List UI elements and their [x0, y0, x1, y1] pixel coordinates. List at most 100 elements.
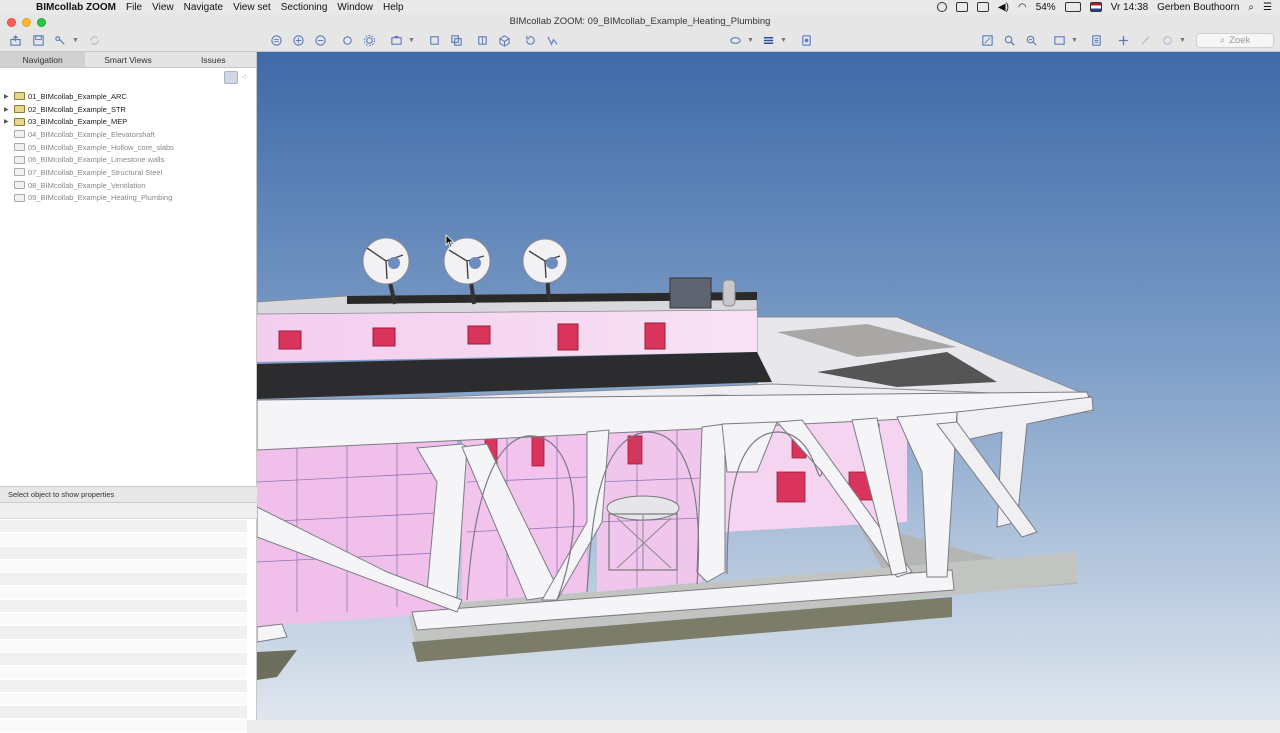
clash-dropdown-chevron-icon[interactable]: ▼	[1178, 33, 1187, 48]
search-placeholder: Zoek	[1229, 35, 1251, 46]
markup-icon[interactable]	[1136, 33, 1154, 48]
report-icon[interactable]	[1087, 33, 1105, 48]
folder-icon	[14, 130, 25, 139]
cube-icon[interactable]	[495, 33, 513, 48]
window-layout-icon[interactable]	[1050, 33, 1068, 48]
section-box-icon[interactable]	[473, 33, 491, 48]
xray-mode-icon[interactable]	[726, 33, 744, 48]
zoom-fit-icon[interactable]	[267, 33, 285, 48]
clock[interactable]: Vr 14:38	[1111, 2, 1148, 13]
tree-item-label: 08_BIMcollab_Example_Ventilation	[28, 180, 146, 190]
expand-arrow-icon[interactable]: ▶	[4, 106, 14, 113]
find-icon[interactable]	[1000, 33, 1018, 48]
add-issue-icon[interactable]	[1114, 33, 1132, 48]
3d-viewport[interactable]	[257, 52, 1280, 720]
orbit-icon[interactable]	[338, 33, 356, 48]
notification-center-icon[interactable]: ☰	[1263, 2, 1272, 13]
display-icon[interactable]	[976, 2, 989, 12]
open-project-icon[interactable]	[6, 33, 24, 48]
tree-item-model[interactable]: 07_BIMcollab_Example_Structural Steel	[0, 166, 256, 179]
wifi-icon[interactable]: ◠	[1018, 2, 1027, 13]
folder-icon	[14, 105, 25, 114]
sync-icon[interactable]	[85, 33, 103, 48]
volume-icon[interactable]: ◀)	[998, 2, 1009, 13]
layers-icon[interactable]	[759, 33, 777, 48]
zoom-selection-icon[interactable]	[1022, 33, 1040, 48]
battery-percentage: 54%	[1035, 1, 1056, 13]
zoom-in-icon[interactable]	[289, 33, 307, 48]
input-flag-icon[interactable]	[1089, 2, 1102, 12]
menu-view-set[interactable]: View set	[233, 2, 271, 13]
hide-selection-icon[interactable]	[425, 33, 443, 48]
save-icon[interactable]	[29, 33, 47, 48]
layers-dropdown-chevron-icon[interactable]: ▼	[779, 33, 788, 48]
window-title-bar: BIMcollab ZOOM: 09_BIMcollab_Example_Hea…	[0, 14, 1280, 30]
isolate-selection-icon[interactable]	[447, 33, 465, 48]
tab-issues[interactable]: Issues	[171, 52, 256, 67]
battery-icon[interactable]	[1064, 2, 1081, 12]
menu-app-name[interactable]: BIMcollab ZOOM	[36, 2, 116, 13]
properties-hint: Select object to show properties	[0, 486, 257, 503]
camera-view-icon[interactable]	[387, 33, 405, 48]
window-title: BIMcollab ZOOM: 09_BIMcollab_Example_Hea…	[509, 16, 771, 27]
bcf-connection-icon[interactable]	[51, 33, 69, 48]
tree-view-toggle-icon[interactable]	[224, 71, 238, 84]
tree-item-label: 04_BIMcollab_Example_Elevatorshaft	[28, 129, 155, 139]
expand-arrow-icon[interactable]: ▶	[4, 118, 14, 125]
tree-item-model[interactable]: 08_BIMcollab_Example_Ventilation	[0, 179, 256, 192]
model-render[interactable]	[257, 52, 1280, 720]
tree-item-label: 02_BIMcollab_Example_STR	[28, 104, 126, 114]
xray-dropdown-chevron-icon[interactable]: ▼	[746, 33, 755, 48]
tree-item-model[interactable]: 04_BIMcollab_Example_Elevatorshaft	[0, 128, 256, 141]
tree-item-label: 07_BIMcollab_Example_Structural Steel	[28, 167, 163, 177]
tree-filter-icon[interactable]: ⁘	[241, 72, 252, 83]
record-status-icon[interactable]	[936, 2, 947, 12]
model-tree: ▶ 01_BIMcollab_Example_ARC ▶ 02_BIMcolla…	[0, 88, 256, 204]
folder-icon	[14, 193, 25, 202]
minimize-window-button[interactable]	[22, 18, 31, 27]
snapshot-icon[interactable]	[797, 33, 815, 48]
tree-item-model[interactable]: ▶ 02_BIMcollab_Example_STR	[0, 103, 256, 116]
tree-item-model[interactable]: 09_BIMcollab_Example_Heating_Plumbing	[0, 192, 256, 205]
clash-icon[interactable]	[1158, 33, 1176, 48]
airplay-icon[interactable]	[955, 2, 968, 12]
folder-icon	[14, 181, 25, 190]
zoom-window-button[interactable]	[37, 18, 46, 27]
sidebar-tabs: Navigation Smart Views Issues	[0, 52, 256, 68]
menu-file[interactable]: File	[126, 2, 142, 13]
sidebar-panel: Navigation Smart Views Issues ⁘ ▶ 01_BIM…	[0, 52, 257, 733]
menu-window[interactable]: Window	[337, 2, 373, 13]
tree-item-label: 01_BIMcollab_Example_ARC	[28, 91, 127, 101]
tab-navigation[interactable]: Navigation	[0, 52, 86, 67]
fit-to-view-icon[interactable]	[978, 33, 996, 48]
expand-arrow-icon[interactable]: ▶	[4, 93, 14, 100]
settings-view-icon[interactable]	[360, 33, 378, 48]
tree-item-label: 05_BIMcollab_Example_Hollow_core_slabs	[28, 142, 174, 152]
bcf-dropdown-chevron-icon[interactable]: ▼	[71, 33, 80, 48]
spotlight-search-icon[interactable]: ⌕	[1248, 2, 1254, 13]
menu-view[interactable]: View	[152, 2, 174, 13]
menu-help[interactable]: Help	[383, 2, 404, 13]
menu-navigate[interactable]: Navigate	[184, 2, 223, 13]
tree-item-model[interactable]: ▶ 03_BIMcollab_Example_MEP	[0, 115, 256, 128]
layout-dropdown-chevron-icon[interactable]: ▼	[1070, 33, 1079, 48]
tree-item-model[interactable]: 05_BIMcollab_Example_Hollow_core_slabs	[0, 141, 256, 154]
menu-sectioning[interactable]: Sectioning	[281, 2, 328, 13]
close-window-button[interactable]	[7, 18, 16, 27]
folder-icon	[14, 117, 25, 126]
tree-item-model[interactable]: 06_BIMcollab_Example_Limestone walls	[0, 153, 256, 166]
tab-smart-views[interactable]: Smart Views	[85, 52, 170, 67]
properties-header	[0, 503, 257, 519]
user-name[interactable]: Gerben Bouthoorn	[1157, 2, 1239, 13]
folder-icon	[14, 155, 25, 164]
zoom-out-icon[interactable]	[311, 33, 329, 48]
search-input[interactable]: ⌕ Zoek	[1196, 33, 1274, 48]
menu-bar: BIMcollab ZOOM File View Navigate View s…	[0, 0, 1280, 14]
tree-item-model[interactable]: ▶ 01_BIMcollab_Example_ARC	[0, 90, 256, 103]
rotate-icon[interactable]	[521, 33, 539, 48]
measure-icon[interactable]	[543, 33, 561, 48]
search-icon: ⌕	[1219, 35, 1226, 46]
folder-icon	[14, 143, 25, 152]
camera-dropdown-chevron-icon[interactable]: ▼	[407, 33, 416, 48]
folder-icon	[14, 168, 25, 177]
